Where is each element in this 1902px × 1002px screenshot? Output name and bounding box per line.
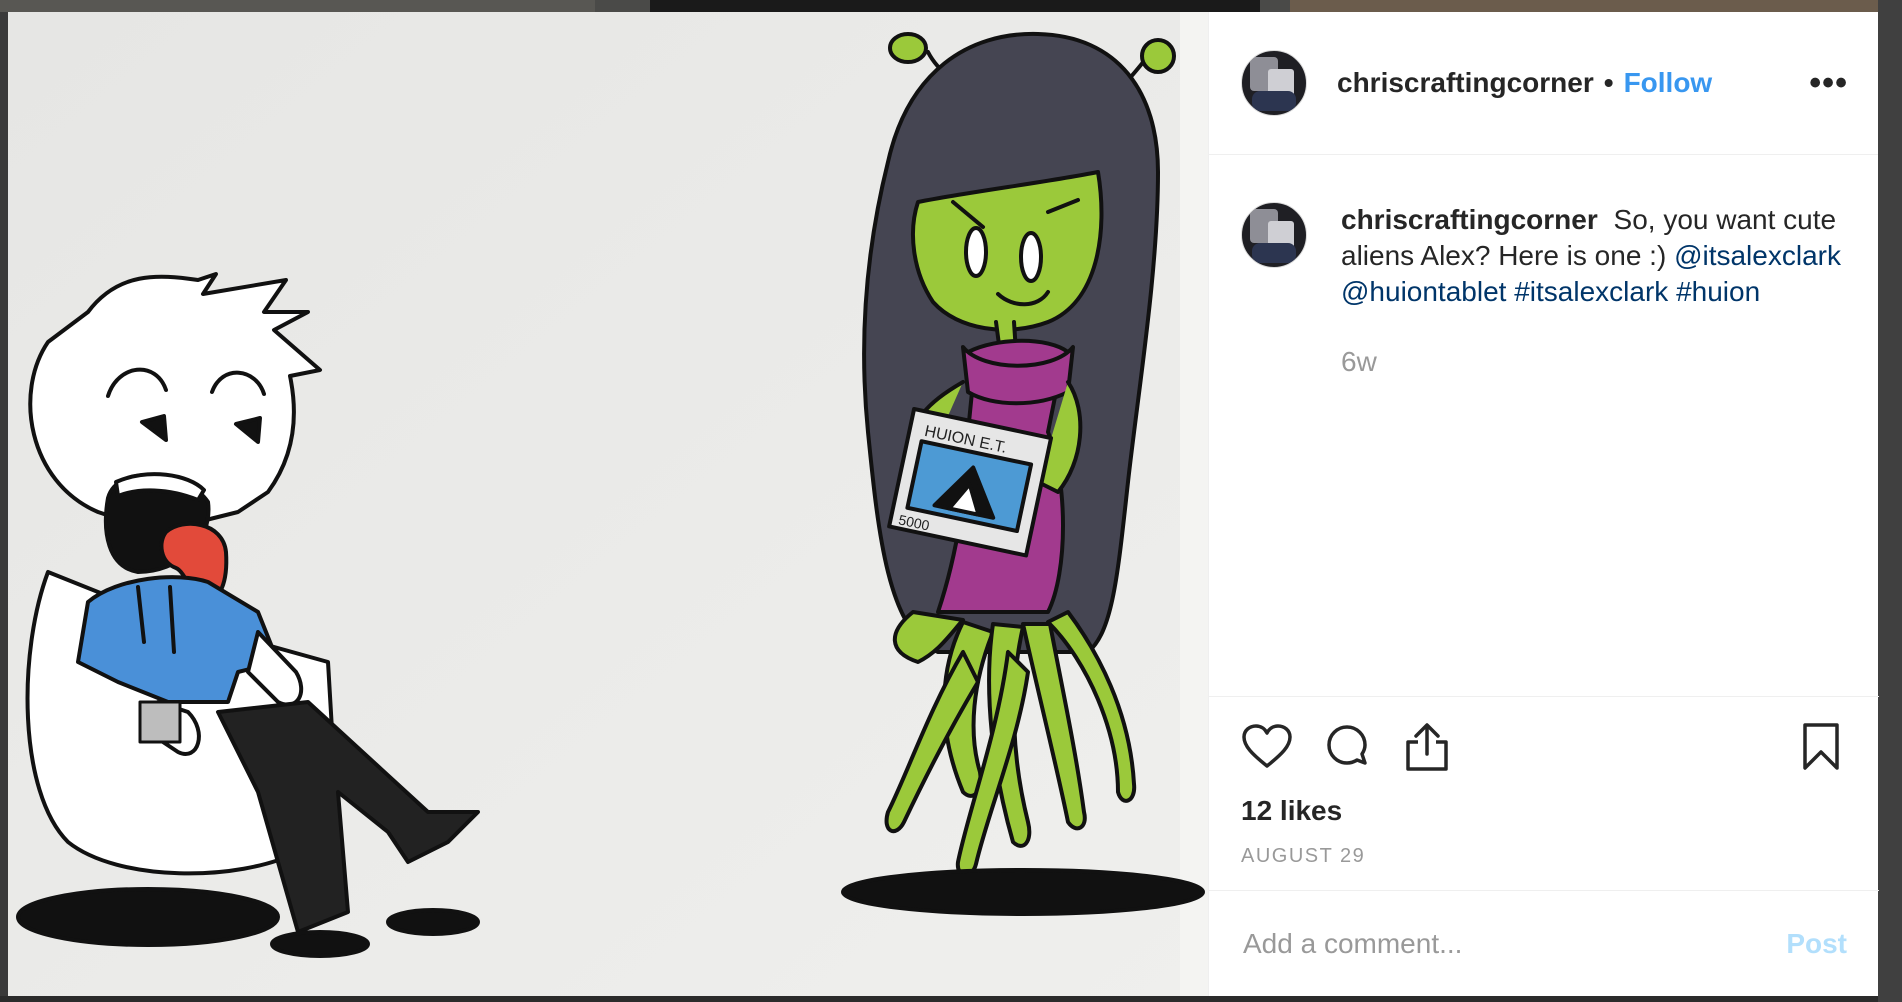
share-icon[interactable] (1401, 721, 1453, 773)
background-page-right (1878, 0, 1902, 1002)
bookmark-icon[interactable] (1795, 721, 1847, 773)
post-modal: HUION E.T. 5000 chriscraftingcorner • Fo… (8, 12, 1879, 996)
avatar[interactable] (1241, 50, 1307, 116)
post-header: chriscraftingcorner • Follow ••• (1209, 12, 1878, 155)
post-date[interactable]: AUGUST 29 (1209, 827, 1879, 868)
more-options-icon[interactable]: ••• (1809, 66, 1848, 100)
heart-icon[interactable] (1241, 721, 1293, 773)
separator-dot: • (1603, 67, 1614, 98)
likes-count[interactable]: 12 likes (1209, 777, 1879, 827)
post-comment-button[interactable]: Post (1786, 928, 1847, 960)
caption-timestamp[interactable]: 6w (1341, 344, 1858, 380)
post-caption: chriscraftingcorner So, you want cute al… (1241, 202, 1858, 380)
caption-username-link[interactable]: chriscraftingcorner (1341, 204, 1598, 235)
caption-avatar[interactable] (1241, 202, 1307, 268)
mention-itsalexclark[interactable]: @itsalexclark (1674, 240, 1841, 271)
background-page-strip (0, 0, 1902, 12)
hashtag-huion[interactable]: #huion (1676, 276, 1760, 307)
mention-huiontablet[interactable]: @huiontablet (1341, 276, 1506, 307)
post-actions-section: 12 likes AUGUST 29 (1209, 696, 1879, 868)
post-image[interactable]: HUION E.T. 5000 (8, 12, 1208, 996)
follow-button[interactable]: Follow (1624, 67, 1713, 99)
caption-body: chriscraftingcorner So, you want cute al… (1341, 202, 1858, 380)
comment-input[interactable] (1241, 926, 1787, 961)
hashtag-itsalexclark[interactable]: #itsalexclark (1514, 276, 1668, 307)
header-username-link[interactable]: chriscraftingcorner (1337, 67, 1594, 99)
header-user-info: chriscraftingcorner • Follow (1337, 67, 1809, 99)
comment-icon[interactable] (1321, 721, 1373, 773)
action-bar (1209, 697, 1879, 777)
background-page-bottom (0, 996, 1902, 1002)
post-sidebar: chriscraftingcorner • Follow ••• chriscr… (1208, 12, 1879, 996)
comment-bar: Post (1209, 890, 1879, 996)
drawing-illustration: HUION E.T. 5000 (8, 12, 1208, 996)
